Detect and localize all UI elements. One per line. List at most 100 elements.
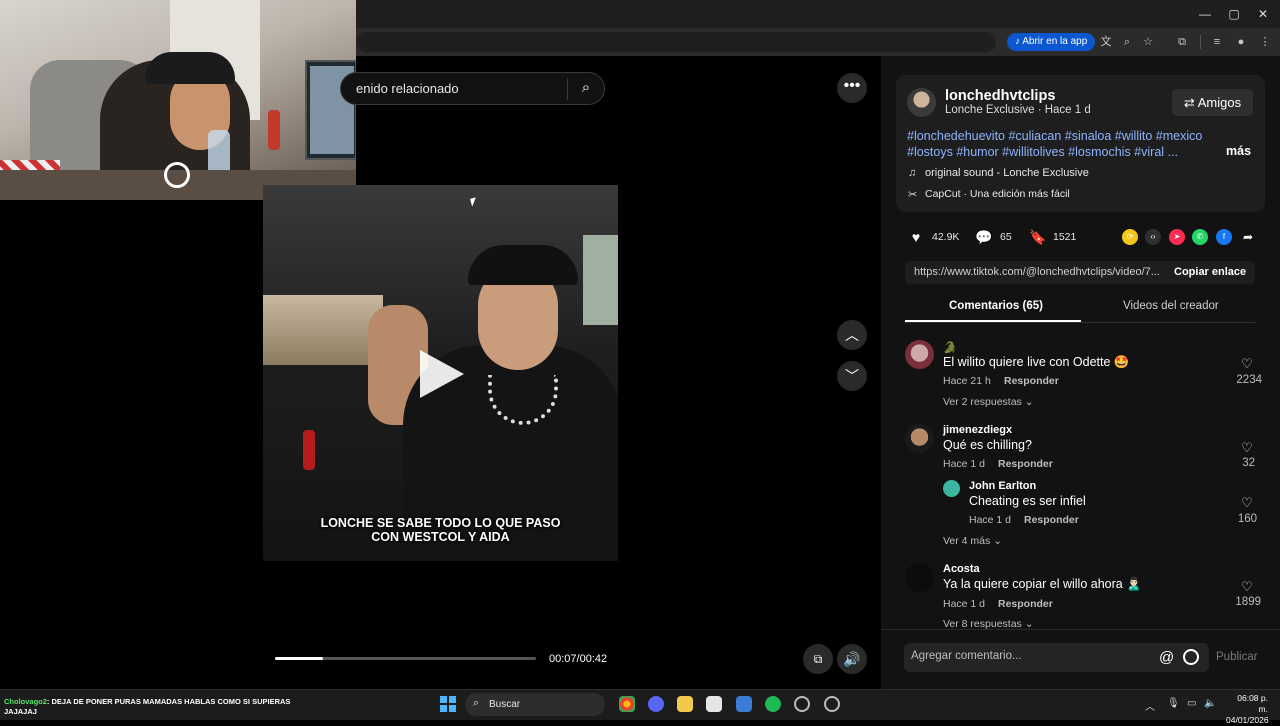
mail-icon[interactable]	[736, 696, 752, 712]
open-in-app-label: Abrir en la app	[1022, 36, 1088, 47]
store-icon[interactable]	[706, 696, 722, 712]
reply-button[interactable]: Responder	[998, 598, 1053, 610]
recorder-logo-icon	[164, 162, 190, 188]
close-window-button[interactable]: ✕	[1248, 4, 1278, 24]
chrome-icon[interactable]	[619, 696, 635, 712]
comment-username[interactable]: Acosta	[943, 563, 980, 575]
media-icon[interactable]: ≡	[1208, 33, 1226, 51]
likes-count: 42.9K	[932, 231, 960, 243]
reply-text: Cheating es ser infiel	[969, 494, 1086, 508]
search-divider	[567, 78, 568, 100]
obs-icon[interactable]	[794, 696, 810, 712]
avatar[interactable]	[905, 563, 934, 592]
comment-heart-icon[interactable]: ♡	[1239, 579, 1255, 595]
clock-time: 06:08 p. m.	[1237, 693, 1268, 714]
windows-start-icon[interactable]	[440, 696, 456, 712]
video-url[interactable]: https://www.tiktok.com/@lonchedhvtclips/…	[914, 266, 1159, 278]
address-bar[interactable]	[356, 32, 996, 52]
next-video-chevron-down-icon[interactable]: ﹀	[837, 361, 867, 391]
network-icon[interactable]: ▭	[1187, 698, 1196, 709]
reply-button[interactable]: Responder	[998, 458, 1053, 470]
emoji-icon[interactable]	[1183, 649, 1199, 665]
reply-time: Hace 1 d	[969, 514, 1012, 526]
more-options-icon[interactable]: •••	[837, 73, 867, 103]
volume-icon[interactable]: 🔊	[837, 644, 867, 674]
app-icon[interactable]	[824, 696, 840, 712]
floating-player-icon[interactable]: ⧉	[803, 644, 833, 674]
creator-avatar[interactable]	[907, 88, 936, 117]
taskbar-search-label[interactable]: Buscar	[489, 699, 520, 710]
creator-subline: Lonche Exclusive · Hace 1 d	[945, 104, 1091, 116]
taskbar-search[interactable]	[465, 693, 605, 716]
comment-username[interactable]: jimenezdiegx	[943, 424, 1012, 436]
reply-button[interactable]: Responder	[1004, 375, 1059, 387]
comment-time: Hace 21 h	[943, 375, 991, 387]
view-replies-button[interactable]: Ver 2 respuestas ⌄	[943, 396, 1034, 408]
comment-placeholder[interactable]: Agregar comentario...	[911, 650, 1022, 662]
reply-username[interactable]: John Earlton	[969, 480, 1036, 492]
translate-icon[interactable]: 文	[1097, 33, 1115, 51]
comment-like-count: 32	[1242, 457, 1255, 469]
avatar[interactable]	[943, 480, 960, 497]
profile-icon[interactable]: ●	[1232, 33, 1250, 51]
embed-icon[interactable]: ‹›	[1145, 229, 1161, 245]
zoom-icon[interactable]: ⌕	[1118, 33, 1136, 51]
friends-button[interactable]: ⇄ Amigos	[1172, 89, 1253, 116]
post-hashtags[interactable]: #lonchedehuevito #culiacan #sinaloa #wil…	[907, 129, 1217, 160]
search-input-text[interactable]: enido relacionado	[356, 81, 459, 96]
previous-video-chevron-up-icon[interactable]: ︿	[837, 320, 867, 350]
send-icon[interactable]: ➤	[1169, 229, 1185, 245]
repost-icon[interactable]: ⟳	[1122, 229, 1138, 245]
extensions-icon[interactable]: ⧉	[1173, 33, 1191, 51]
star-icon[interactable]: ☆	[1139, 33, 1157, 51]
reply-button[interactable]: Responder	[1024, 514, 1079, 526]
share-arrow-icon[interactable]: ➦	[1240, 229, 1256, 245]
comment-time: Hace 1 d	[943, 458, 986, 470]
menu-icon[interactable]: ⋮	[1256, 33, 1274, 51]
taskbar-clock[interactable]: 06:08 p. m. 04/01/2026	[1226, 693, 1269, 726]
stream-chat-message: Cholovago2: DEJA DE PONER PURAS MAMADAS …	[4, 697, 294, 717]
capcut-icon: ✂	[908, 189, 918, 201]
music-note-icon: ♫	[908, 167, 917, 179]
open-in-app-button[interactable]: ♪ Abrir en la app	[1007, 33, 1096, 51]
mention-button[interactable]: @	[1159, 649, 1174, 666]
minimize-button[interactable]: —	[1190, 4, 1220, 24]
clock-date: 04/01/2026	[1226, 715, 1269, 725]
caption-line-2: CON WESTCOL Y AIDA	[371, 530, 510, 544]
tab-creator-videos[interactable]: Videos del creador	[1123, 300, 1219, 312]
copy-link-button[interactable]: Copiar enlace	[1174, 266, 1246, 278]
speaker-icon[interactable]: 🔈	[1204, 698, 1216, 709]
avatar[interactable]	[905, 340, 934, 369]
view-more-replies-button[interactable]: Ver 4 más ⌄	[943, 535, 1002, 547]
heart-icon[interactable]: ♥	[907, 228, 925, 246]
comment-like-count: 2234	[1236, 374, 1262, 386]
spotify-icon[interactable]	[765, 696, 781, 712]
maximize-button[interactable]: ▢	[1219, 4, 1249, 24]
more-link[interactable]: más	[1226, 144, 1251, 158]
whatsapp-icon[interactable]: ✆	[1192, 229, 1208, 245]
file-explorer-icon[interactable]	[677, 696, 693, 712]
chat-text: : DEJA DE PONER PURAS MAMADAS HABLAS COM…	[4, 697, 291, 716]
search-icon[interactable]: ⌕	[576, 78, 596, 98]
saves-count: 1521	[1053, 231, 1077, 243]
capcut-link[interactable]: CapCut · Una edición más fácil	[925, 188, 1070, 200]
facebook-icon[interactable]: f	[1216, 229, 1232, 245]
avatar[interactable]	[905, 424, 934, 453]
comment-like-count: 1899	[1235, 596, 1261, 608]
tray-chevron-up-icon[interactable]: ︿	[1145, 698, 1155, 713]
comment-heart-icon[interactable]: ♡	[1239, 440, 1255, 456]
sound-link[interactable]: original sound - Lonche Exclusive	[925, 167, 1089, 179]
comment-username[interactable]: 🐊	[943, 341, 957, 354]
creator-username[interactable]: lonchedhvtclips	[945, 88, 1055, 104]
play-icon[interactable]	[420, 350, 464, 398]
discord-icon[interactable]	[648, 696, 664, 712]
comment-icon[interactable]: 💬	[975, 228, 993, 246]
bookmark-icon[interactable]: 🔖	[1029, 228, 1047, 246]
comment-heart-icon[interactable]: ♡	[1239, 495, 1255, 511]
comment-text: Ya la quiere copiar el willo ahora 🙎🏻‍♂️	[943, 577, 1142, 591]
comment-heart-icon[interactable]: ♡	[1239, 356, 1255, 372]
video-caption: LONCHE SE SABE TODO LO QUE PASO CON WEST…	[283, 516, 598, 544]
microphone-icon[interactable]: 🎙	[1167, 698, 1180, 709]
publish-button[interactable]: Publicar	[1216, 651, 1258, 663]
tab-comments[interactable]: Comentarios (65)	[949, 300, 1043, 312]
